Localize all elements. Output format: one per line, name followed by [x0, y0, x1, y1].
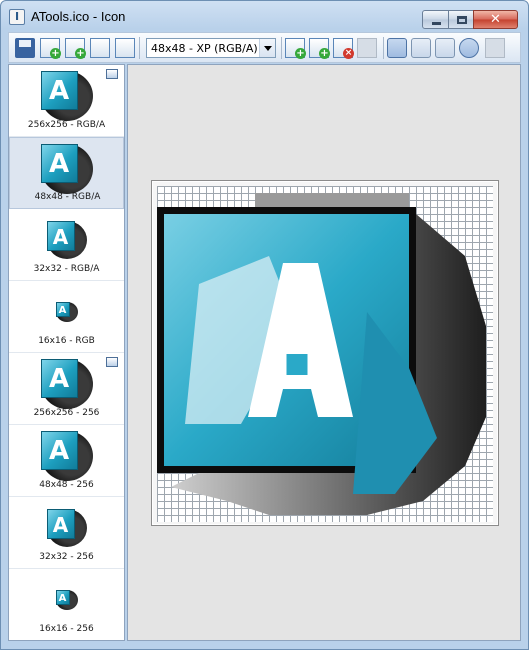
thumbnail-glyph: A — [58, 593, 67, 604]
copy-image-button[interactable] — [90, 38, 110, 58]
thumbnail-face: A — [55, 302, 70, 317]
vista-format-icon — [106, 69, 118, 79]
format-item-label: 32x32 - 256 — [39, 552, 94, 562]
toolbar-separator — [139, 37, 140, 59]
icon-thumbnail: A — [55, 590, 78, 610]
shadow-top — [255, 193, 409, 207]
toolbar-separator — [383, 37, 384, 59]
convert-image-button[interactable] — [115, 38, 135, 58]
canvas-frame — [151, 180, 499, 526]
app-icon[interactable] — [9, 9, 25, 25]
thumbnail-face: A — [40, 359, 78, 398]
minimize-icon — [432, 22, 441, 25]
chevron-down-icon[interactable] — [259, 39, 275, 57]
close-button[interactable]: ✕ — [473, 10, 518, 29]
plus-icon: + — [295, 48, 306, 59]
plus-icon: + — [50, 48, 61, 59]
format-item-label: 32x32 - RGB/A — [33, 264, 100, 274]
thumbnail-glyph: A — [48, 149, 70, 179]
icon-thumbnail: A — [46, 509, 87, 547]
format-item[interactable]: A 16x16 - RGB — [9, 281, 124, 353]
thumbnail-glyph: A — [52, 513, 69, 537]
icon-thumbnail: A — [40, 431, 93, 481]
remove-icon: × — [343, 48, 354, 59]
transparency-toggle[interactable] — [459, 38, 479, 58]
maximize-button[interactable] — [448, 10, 474, 29]
format-item-label: 48x48 - 256 — [39, 480, 94, 490]
add-image-button[interactable]: + — [65, 38, 86, 59]
thumbnail-face: A — [40, 71, 78, 110]
format-item[interactable]: A 256x256 - RGB/A — [9, 65, 124, 137]
application-window: ATools.ico - Icon ✕ + + 48x48 - XP (RGB/… — [0, 0, 529, 650]
thumbnail-face: A — [40, 144, 78, 183]
thumbnail-glyph: A — [58, 305, 67, 316]
image-format-select[interactable]: 48x48 - XP (RGB/A) — [146, 38, 276, 58]
format-item-label: 16x16 - 256 — [39, 624, 94, 634]
format-item-label: 48x48 - RGB/A — [34, 192, 101, 202]
maximize-icon — [457, 16, 467, 24]
icon-thumbnail: A — [46, 221, 87, 259]
editor-area[interactable] — [127, 64, 521, 641]
letter-a-counter — [286, 354, 308, 375]
icon-thumbnail: A — [55, 302, 78, 322]
duplicate-format-button[interactable]: + — [309, 38, 330, 59]
format-item-label: 16x16 - RGB — [38, 336, 95, 346]
vista-format-icon — [106, 357, 118, 367]
minimize-button[interactable] — [422, 10, 449, 29]
format-item[interactable]: A 16x16 - 256 — [9, 569, 124, 640]
format-item[interactable]: A 32x32 - 256 — [9, 497, 124, 569]
new-image-button[interactable]: + — [40, 38, 61, 59]
icon-pixel-art — [157, 193, 486, 515]
icon-thumbnail: A — [40, 144, 93, 194]
thumbnail-face: A — [46, 509, 75, 539]
thumbnail-glyph: A — [48, 364, 70, 394]
thumbnail-face: A — [46, 221, 75, 251]
image-format-value: 48x48 - XP (RGB/A) — [151, 42, 258, 55]
thumbnail-face: A — [40, 431, 78, 470]
actual-size-toggle[interactable] — [387, 38, 407, 58]
format-item[interactable]: A 48x48 - RGB/A — [9, 137, 124, 209]
toolbar: + + 48x48 - XP (RGB/A) + + × — [8, 32, 521, 63]
plus-icon: + — [75, 48, 86, 59]
thumbnail-glyph: A — [48, 436, 70, 466]
title-bar[interactable]: ATools.ico - Icon ✕ — [1, 1, 528, 31]
format-item[interactable]: A 32x32 - RGB/A — [9, 209, 124, 281]
plus-icon: + — [319, 48, 330, 59]
save-button[interactable] — [15, 38, 35, 58]
pixel-editor-grid[interactable] — [157, 186, 493, 522]
background-toggle[interactable] — [435, 38, 455, 58]
delete-format-button[interactable]: × — [333, 38, 354, 59]
add-format-button[interactable]: + — [285, 38, 306, 59]
window-title: ATools.ico - Icon — [31, 9, 126, 24]
toolbar-separator — [281, 37, 282, 59]
export-format-button[interactable] — [357, 38, 377, 58]
format-item-label: 256x256 - RGB/A — [27, 120, 106, 130]
grid-toggle[interactable] — [411, 38, 431, 58]
icon-thumbnail: A — [40, 71, 93, 121]
properties-button[interactable] — [485, 38, 505, 58]
thumbnail-glyph: A — [48, 76, 70, 106]
format-item-label: 256x256 - 256 — [33, 408, 100, 418]
format-item[interactable]: A 256x256 - 256 — [9, 353, 124, 425]
format-item[interactable]: A 48x48 - 256 — [9, 425, 124, 497]
image-format-list[interactable]: A 256x256 - RGB/A A 48x48 - RGB/A A 32x32 - R… — [8, 64, 125, 641]
thumbnail-face: A — [55, 590, 70, 605]
close-icon: ✕ — [490, 12, 501, 27]
thumbnail-glyph: A — [52, 225, 69, 249]
icon-thumbnail: A — [40, 359, 93, 409]
